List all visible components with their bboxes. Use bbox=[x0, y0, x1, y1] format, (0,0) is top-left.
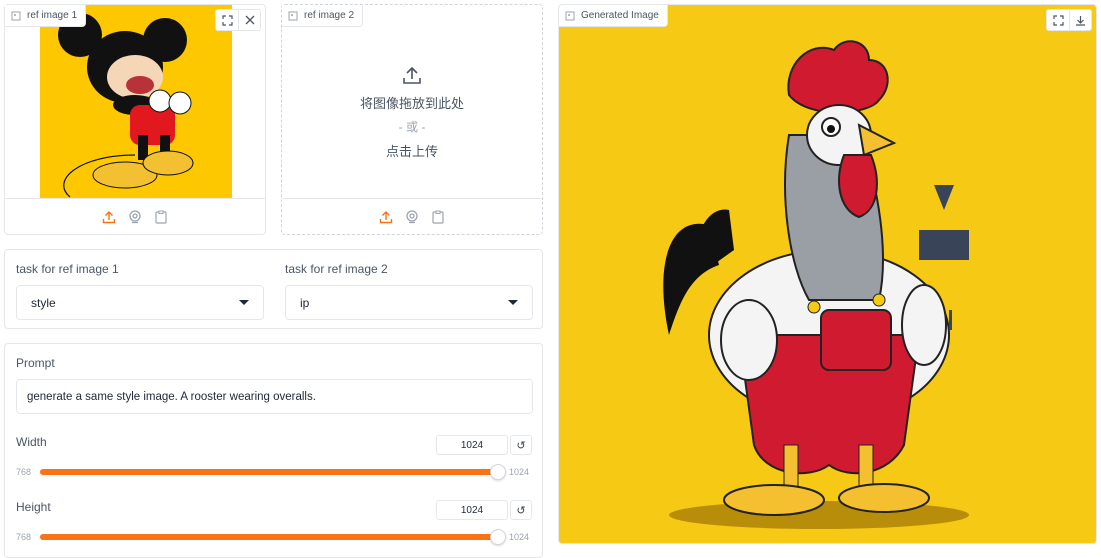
image-icon bbox=[565, 11, 575, 20]
close-icon[interactable] bbox=[238, 10, 260, 30]
width-slider-thumb[interactable] bbox=[490, 464, 506, 480]
upload-icon[interactable] bbox=[101, 209, 117, 225]
width-slider[interactable] bbox=[40, 464, 506, 480]
width-label: Width bbox=[16, 435, 47, 449]
generated-image-label: Generated Image bbox=[581, 10, 659, 21]
download-icon[interactable] bbox=[1069, 10, 1091, 30]
generated-image-tag: Generated Image bbox=[559, 5, 668, 27]
upload-dropzone[interactable]: 将图像拖放到此处 - 或 - 点击上传 bbox=[282, 27, 542, 198]
task-panel: task for ref image 1 style task for ref … bbox=[4, 249, 543, 329]
clipboard-icon[interactable] bbox=[153, 209, 169, 225]
ref-image-1-preview bbox=[40, 5, 232, 199]
generated-image-panel: Generated Image bbox=[558, 4, 1097, 544]
prompt-input[interactable]: generate a same style image. A rooster w… bbox=[16, 379, 533, 414]
height-number-input[interactable]: 1024 bbox=[436, 500, 508, 520]
reset-icon: ↺ bbox=[516, 439, 526, 452]
task-2-value: ip bbox=[300, 295, 310, 310]
or-text: - 或 - bbox=[398, 120, 426, 134]
upload-icon bbox=[403, 66, 421, 84]
ref-image-2-panel[interactable]: ref image 2 将图像拖放到此处 - 或 - 点击上传 bbox=[281, 4, 543, 235]
webcam-icon[interactable] bbox=[404, 209, 420, 225]
ref-image-2-toolbar bbox=[282, 198, 542, 234]
height-value: 1024 bbox=[460, 504, 484, 516]
image-icon bbox=[11, 11, 21, 20]
height-slider-fill bbox=[40, 534, 498, 540]
generated-image bbox=[559, 5, 1096, 543]
caret-down-icon bbox=[239, 300, 249, 305]
ref-image-1-label: ref image 1 bbox=[27, 10, 78, 21]
fullscreen-icon[interactable] bbox=[216, 10, 238, 30]
ref-image-1-panel: ref image 1 bbox=[4, 4, 266, 235]
width-slider-fill bbox=[40, 469, 498, 475]
task-1-value: style bbox=[31, 295, 56, 310]
height-max: 1024 bbox=[509, 532, 530, 542]
reset-icon: ↺ bbox=[516, 504, 526, 517]
generated-image-actions bbox=[1046, 9, 1092, 31]
settings-panel: Prompt generate a same style image. A ro… bbox=[4, 343, 543, 558]
ref-image-1-toolbar bbox=[5, 198, 265, 234]
drop-text: 将图像拖放到此处 bbox=[359, 96, 464, 111]
width-max: 1024 bbox=[509, 467, 530, 477]
caret-down-icon bbox=[508, 300, 518, 305]
fullscreen-icon[interactable] bbox=[1047, 10, 1069, 30]
task-1-dropdown[interactable]: style bbox=[16, 285, 264, 320]
click-upload-text: 点击上传 bbox=[385, 144, 438, 159]
height-reset-button[interactable]: ↺ bbox=[510, 500, 532, 520]
width-min: 768 bbox=[16, 467, 32, 477]
height-min: 768 bbox=[16, 532, 32, 542]
width-value: 1024 bbox=[460, 439, 484, 451]
upload-icon[interactable] bbox=[378, 209, 394, 225]
ref-image-2-label: ref image 2 bbox=[304, 10, 355, 21]
height-slider-thumb[interactable] bbox=[490, 529, 506, 545]
height-slider[interactable] bbox=[40, 529, 506, 545]
ref-image-2-tag: ref image 2 bbox=[282, 5, 364, 27]
ref-image-1-actions bbox=[215, 9, 261, 31]
height-label: Height bbox=[16, 500, 51, 514]
task-2-label: task for ref image 2 bbox=[285, 262, 388, 276]
prompt-label: Prompt bbox=[16, 356, 55, 370]
task-2-dropdown[interactable]: ip bbox=[285, 285, 533, 320]
width-number-input[interactable]: 1024 bbox=[436, 435, 508, 455]
width-reset-button[interactable]: ↺ bbox=[510, 435, 532, 455]
webcam-icon[interactable] bbox=[127, 209, 143, 225]
clipboard-icon[interactable] bbox=[430, 209, 446, 225]
ref-image-1-tag: ref image 1 bbox=[5, 5, 87, 27]
task-1-label: task for ref image 1 bbox=[16, 262, 119, 276]
prompt-value: generate a same style image. A rooster w… bbox=[27, 390, 316, 403]
image-icon bbox=[288, 11, 298, 20]
